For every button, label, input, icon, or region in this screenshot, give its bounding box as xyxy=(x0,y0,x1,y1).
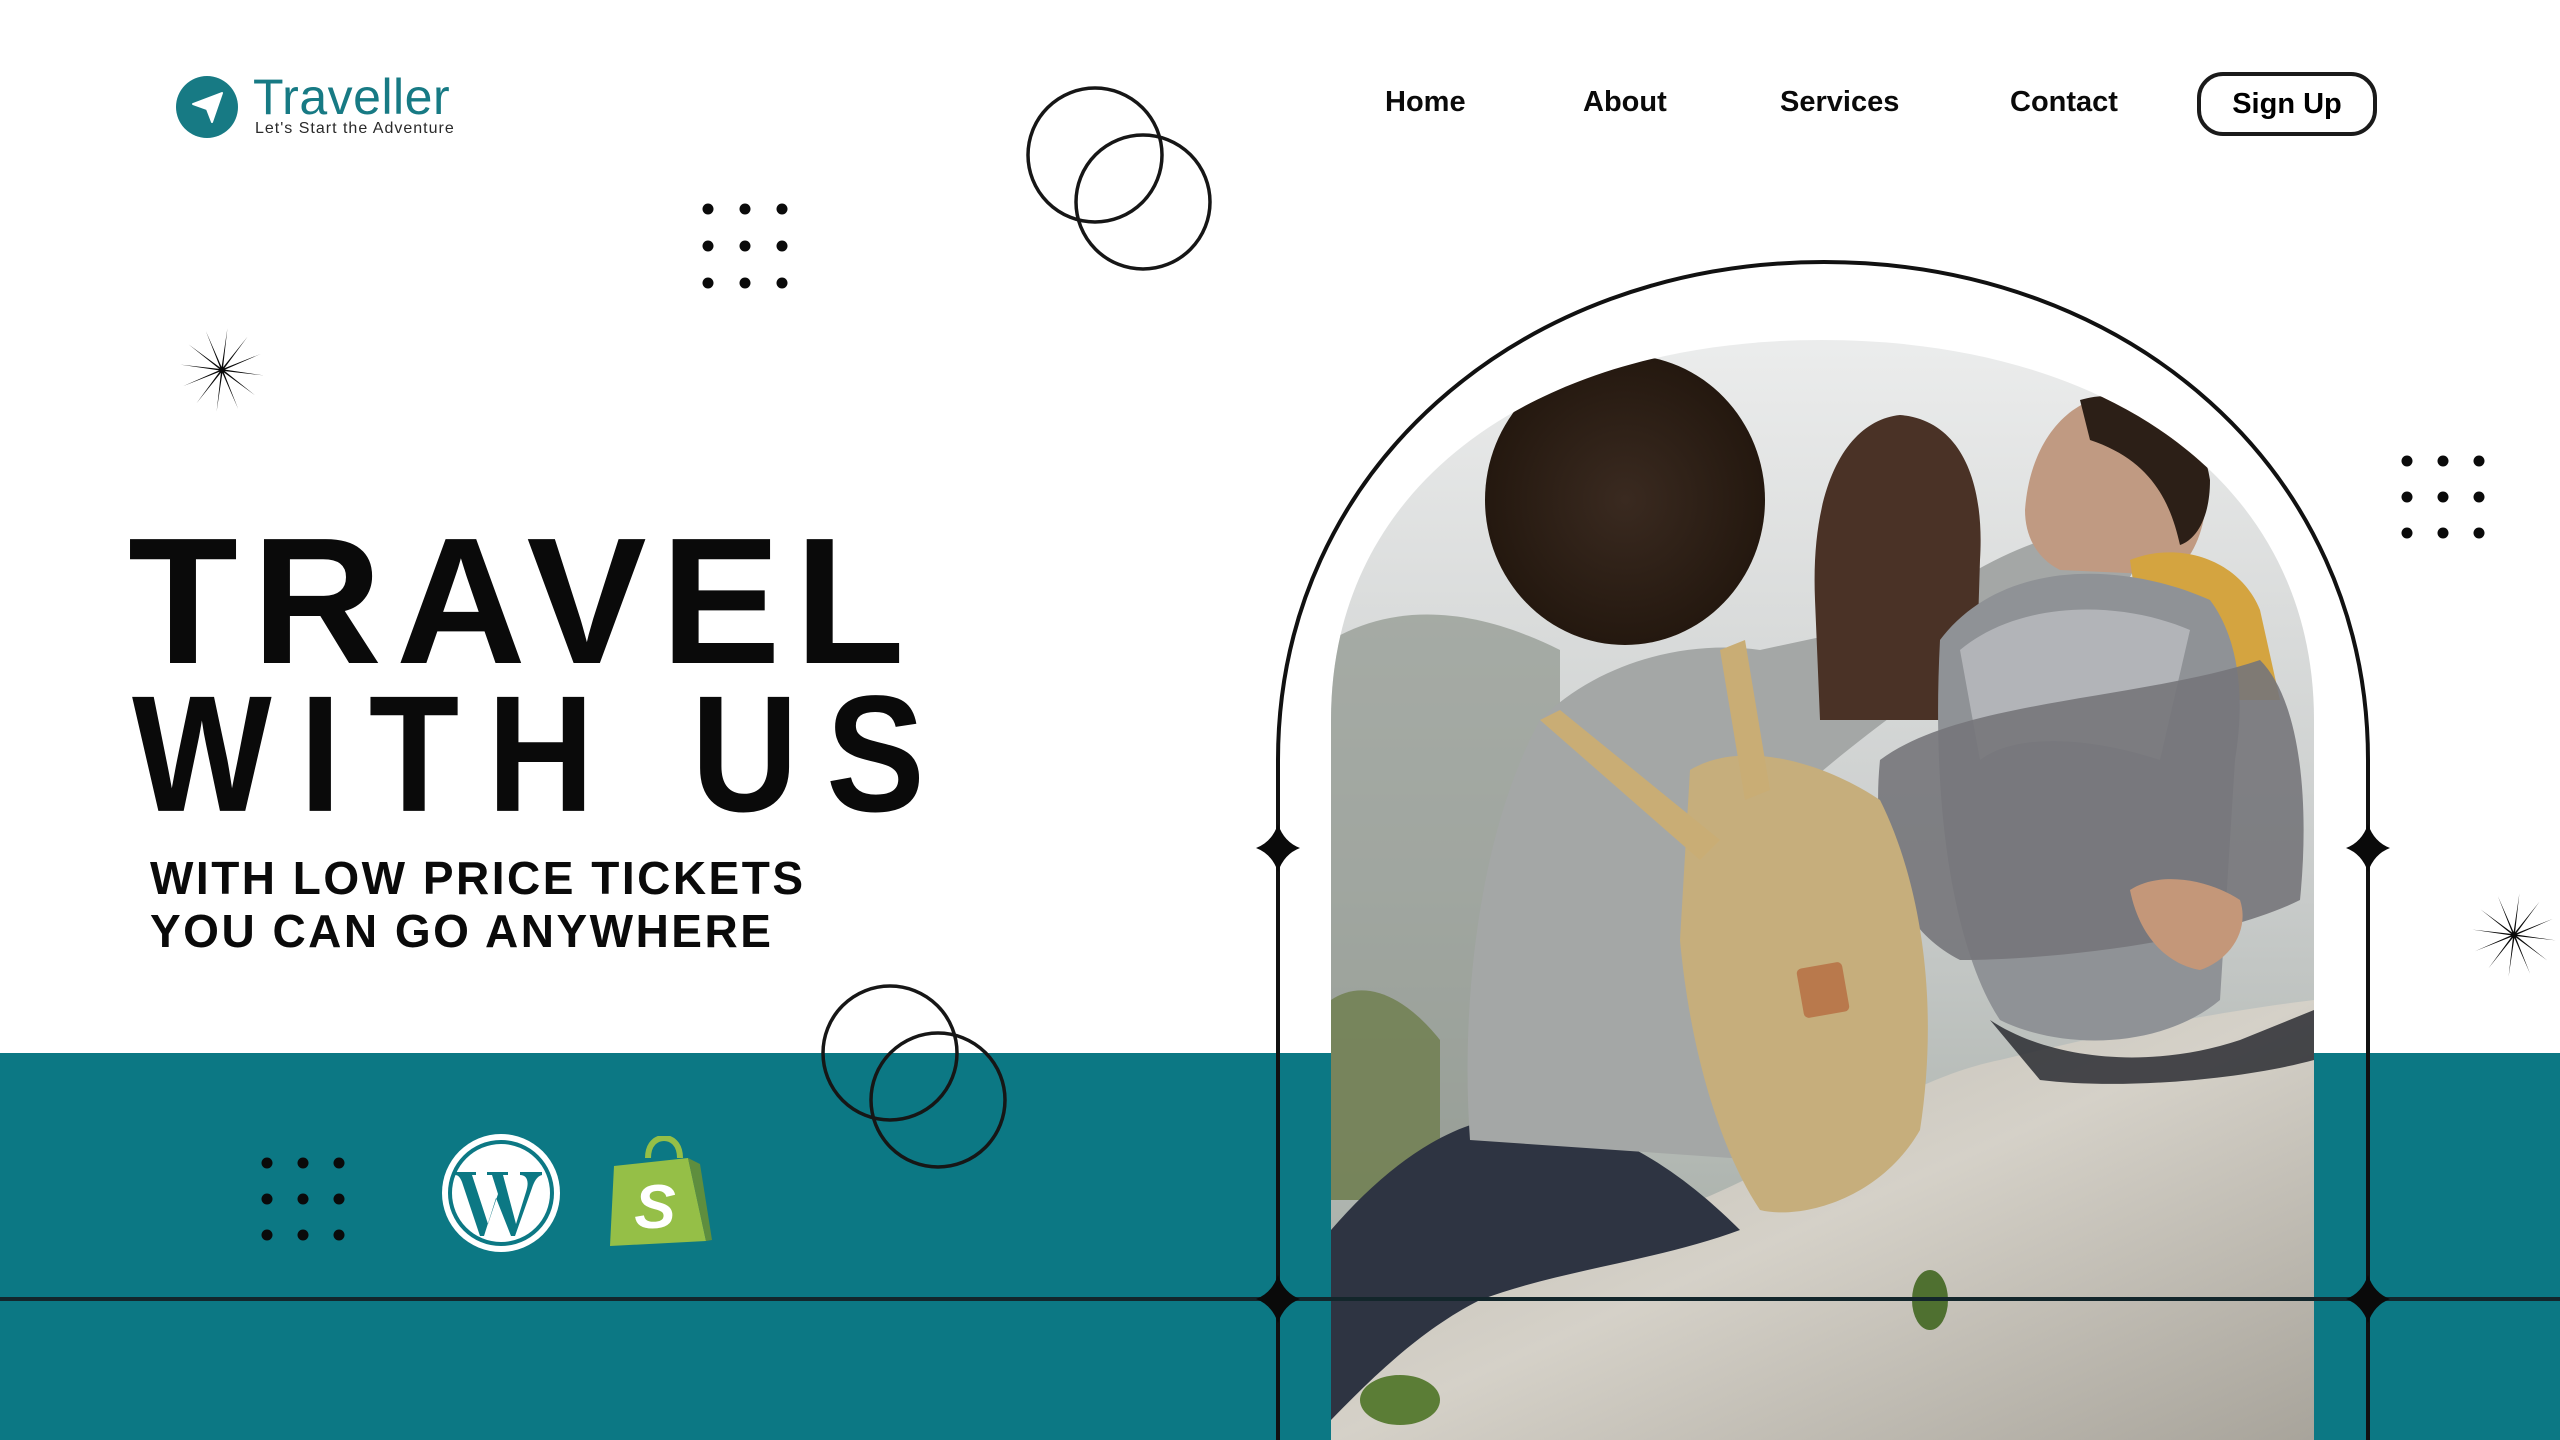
brand-logo[interactable]: Traveller Let's Start the Adventure xyxy=(176,69,516,144)
shopify-icon[interactable]: S xyxy=(608,1134,716,1248)
dot-grid-dot xyxy=(776,203,788,215)
starburst-icon xyxy=(180,328,264,412)
dot-grid-dot xyxy=(2437,491,2449,503)
dot-grid-dot xyxy=(2473,527,2485,539)
dot-grid-dot xyxy=(297,1229,309,1241)
brand-name: Traveller xyxy=(253,69,451,125)
dot-grid-dot xyxy=(2437,527,2449,539)
shopify-letter: S xyxy=(634,1173,675,1242)
diamond-ornament xyxy=(1256,1275,1300,1323)
nav-home[interactable]: Home xyxy=(1385,86,1466,119)
nav-about[interactable]: About xyxy=(1583,86,1667,119)
diamond-ornament xyxy=(1256,824,1300,872)
dot-grid-dot xyxy=(739,240,751,252)
dot-grid-dot xyxy=(297,1157,309,1169)
dot-grid-dot xyxy=(333,1229,345,1241)
dot-grid-dot xyxy=(702,277,714,289)
dot-grid-dot xyxy=(2401,527,2413,539)
dot-grid-dot xyxy=(776,277,788,289)
sign-up-button[interactable]: Sign Up xyxy=(2197,72,2377,136)
wordpress-icon[interactable] xyxy=(440,1132,562,1254)
dot-grid-dot xyxy=(297,1193,309,1205)
hero-subtitle-line2: YOU CAN GO ANYWHERE xyxy=(150,905,774,957)
dot-grid-dot xyxy=(261,1157,273,1169)
hero-title-line2: WITH US xyxy=(132,661,953,847)
navigation-arrow-icon xyxy=(176,76,238,138)
dot-grid-dot xyxy=(739,277,751,289)
dot-grid-dot xyxy=(2401,455,2413,467)
brand-tagline: Let's Start the Adventure xyxy=(255,120,455,137)
dot-grid-dot xyxy=(702,240,714,252)
dot-grid-dot xyxy=(261,1193,273,1205)
dot-grid-dot xyxy=(2473,455,2485,467)
dot-grid-dot xyxy=(2437,455,2449,467)
dot-grid-dot xyxy=(333,1193,345,1205)
hero-photo xyxy=(1331,340,2314,1440)
dot-grid-dot xyxy=(261,1229,273,1241)
dot-grid-dot xyxy=(333,1157,345,1169)
starburst-icon xyxy=(2472,893,2556,977)
hero-subtitle-line1: WITH LOW PRICE TICKETS xyxy=(150,852,806,904)
dot-grid-dot xyxy=(2401,491,2413,503)
diamond-ornament xyxy=(2346,824,2390,872)
diamond-ornament xyxy=(2346,1275,2390,1323)
nav-contact[interactable]: Contact xyxy=(2010,86,2118,119)
nav-services[interactable]: Services xyxy=(1780,86,1899,119)
dot-grid-dot xyxy=(702,203,714,215)
dot-grid-dot xyxy=(739,203,751,215)
dot-grid-dot xyxy=(2473,491,2485,503)
dot-grid-dot xyxy=(776,240,788,252)
